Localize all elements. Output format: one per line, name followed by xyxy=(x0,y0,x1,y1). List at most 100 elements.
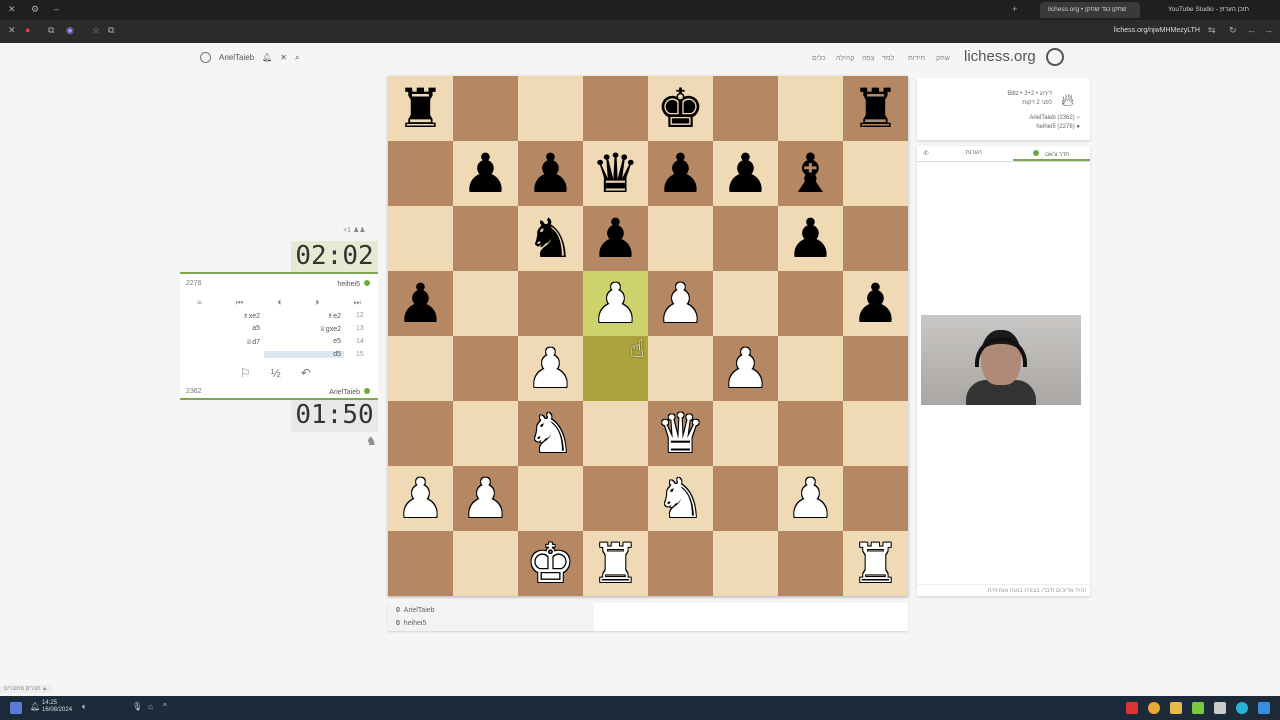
record-icon[interactable]: ● xyxy=(25,25,30,35)
square-h8[interactable]: ♜ xyxy=(843,76,908,141)
square-a7[interactable] xyxy=(388,141,453,206)
black-pawn-icon[interactable]: ♟ xyxy=(656,146,704,201)
windows-start-icon[interactable] xyxy=(1258,702,1270,714)
square-b6[interactable] xyxy=(453,206,518,271)
square-b4[interactable] xyxy=(453,336,518,401)
white-pawn-icon[interactable]: ♟ xyxy=(591,276,639,331)
white-rook-icon[interactable]: ♜ xyxy=(591,536,639,591)
white-pawn-icon[interactable]: ♟ xyxy=(396,471,444,526)
square-f8[interactable] xyxy=(713,76,778,141)
user-icon[interactable] xyxy=(200,52,211,63)
white-rook-icon[interactable]: ♜ xyxy=(851,536,899,591)
square-e6[interactable] xyxy=(648,206,713,271)
black-pawn-icon[interactable]: ♟ xyxy=(591,211,639,266)
square-h6[interactable] xyxy=(843,206,908,271)
square-c6[interactable]: ♞ xyxy=(518,206,583,271)
folder-icon[interactable] xyxy=(1170,702,1182,714)
square-g2[interactable]: ♟ xyxy=(778,466,843,531)
square-a3[interactable] xyxy=(388,401,453,466)
bottom-player-name[interactable]: ArielTaieb xyxy=(329,389,360,396)
square-g6[interactable]: ♟ xyxy=(778,206,843,271)
nav-watch[interactable]: צפה xyxy=(862,55,875,62)
black-pawn-icon[interactable]: ♟ xyxy=(786,211,834,266)
square-b3[interactable] xyxy=(453,401,518,466)
square-h4[interactable] xyxy=(843,336,908,401)
first-move-button[interactable]: ⏮ xyxy=(236,298,243,308)
url-text[interactable]: lichess.org/njwMHMezyLTH xyxy=(1114,27,1200,34)
square-h1[interactable]: ♜ xyxy=(843,531,908,596)
chat-input[interactable]: היה אדיבים ודברו בצורה בוטה ואמיתית! xyxy=(917,584,1090,596)
square-c5[interactable] xyxy=(518,271,583,336)
chess-board[interactable]: ♜ ♚ ♜ ♟ ♟ ♛ ♟ ♟ ♝ ♞ ♟ ♟ ♟ ♟ ♟ ♟ ♟ ♟ ♞ ♛ ♟ ♟ ♞ ♟ ♚ ♜ ♜ xyxy=(388,76,908,596)
square-b7[interactable]: ♟ xyxy=(453,141,518,206)
black-queen-icon[interactable]: ♛ xyxy=(591,146,639,201)
white-queen-icon[interactable]: ♛ xyxy=(656,406,704,461)
square-c2[interactable] xyxy=(518,466,583,531)
black-pawn-icon[interactable]: ♟ xyxy=(526,146,574,201)
notifications-icon[interactable]: 🔔︎ xyxy=(30,702,42,714)
white-pawn-icon[interactable]: ♟ xyxy=(786,471,834,526)
black-pawn-icon[interactable]: ♟ xyxy=(721,146,769,201)
tab-notes[interactable]: הערות xyxy=(935,146,1013,161)
move-white[interactable]: ♕gxe2 xyxy=(264,325,344,333)
black-knight-icon[interactable]: ♞ xyxy=(526,211,574,266)
forward-icon[interactable]: → xyxy=(1264,25,1273,35)
star-icon[interactable]: ☆ xyxy=(92,25,100,36)
square-f5[interactable] xyxy=(713,271,778,336)
square-d2[interactable] xyxy=(583,466,648,531)
square-f6[interactable] xyxy=(713,206,778,271)
edge-icon[interactable] xyxy=(1236,702,1248,714)
square-b5[interactable] xyxy=(453,271,518,336)
square-e5[interactable]: ♟ xyxy=(648,271,713,336)
close-icon[interactable]: ✕ xyxy=(280,53,287,62)
black-bishop-icon[interactable]: ♝ xyxy=(786,146,834,201)
last-move-button[interactable]: ⏭ xyxy=(354,298,361,308)
app-icon[interactable] xyxy=(10,702,22,714)
eye-icon[interactable]: ◉ xyxy=(66,25,74,36)
square-g8[interactable] xyxy=(778,76,843,141)
search-icon[interactable]: ⌕ xyxy=(295,53,299,63)
close-window-icon[interactable]: ✕ xyxy=(8,4,16,15)
mic-icon[interactable]: 🎙︎ xyxy=(132,702,144,714)
square-h3[interactable] xyxy=(843,401,908,466)
square-c4[interactable]: ♟ xyxy=(518,336,583,401)
black-rook-icon[interactable]: ♜ xyxy=(851,81,899,136)
move-white-current[interactable]: d5 xyxy=(264,351,344,358)
square-c3[interactable]: ♞ xyxy=(518,401,583,466)
square-e4[interactable] xyxy=(648,336,713,401)
square-e7[interactable]: ♟ xyxy=(648,141,713,206)
extensions-icon[interactable]: ⧉ xyxy=(48,25,54,36)
square-b8[interactable] xyxy=(453,76,518,141)
resign-flag-button[interactable]: ⚐ xyxy=(240,366,251,380)
black-pawn-icon[interactable]: ♟ xyxy=(851,276,899,331)
square-d5[interactable]: ♟ xyxy=(583,271,648,336)
square-d1[interactable]: ♜ xyxy=(583,531,648,596)
square-a6[interactable] xyxy=(388,206,453,271)
square-f7[interactable]: ♟ xyxy=(713,141,778,206)
square-h5[interactable]: ♟ xyxy=(843,271,908,336)
back-icon[interactable]: ← xyxy=(1247,25,1256,35)
square-g3[interactable] xyxy=(778,401,843,466)
nav-tools[interactable]: כלים xyxy=(812,55,826,62)
move-black[interactable]: ♕d7 xyxy=(220,338,260,346)
white-knight-icon[interactable]: ♞ xyxy=(656,471,704,526)
square-a2[interactable]: ♟ xyxy=(388,466,453,531)
square-d6[interactable]: ♟ xyxy=(583,206,648,271)
square-c8[interactable] xyxy=(518,76,583,141)
nav-play[interactable]: שחק xyxy=(936,55,950,62)
prev-move-button[interactable]: ⏴ xyxy=(277,298,281,308)
app-icon[interactable] xyxy=(1126,702,1138,714)
reload-icon[interactable]: ↻ xyxy=(1229,25,1237,36)
white-player[interactable]: ArielTaieb (2362) xyxy=(1029,115,1074,121)
square-e3[interactable]: ♛ xyxy=(648,401,713,466)
nav-puzzles[interactable]: חידות xyxy=(908,55,925,62)
move-black[interactable]: a5 xyxy=(220,325,260,332)
score-name[interactable]: ArielTaieb xyxy=(404,607,435,614)
white-pawn-icon[interactable]: ♟ xyxy=(721,341,769,396)
menu-button[interactable]: ≡ xyxy=(197,298,202,308)
square-a1[interactable] xyxy=(388,531,453,596)
square-h2[interactable] xyxy=(843,466,908,531)
move-black[interactable]: ♗xe2 xyxy=(220,312,260,320)
black-king-icon[interactable]: ♚ xyxy=(656,81,704,136)
tab-chat-room[interactable]: חדר צ'אט xyxy=(1012,146,1090,161)
